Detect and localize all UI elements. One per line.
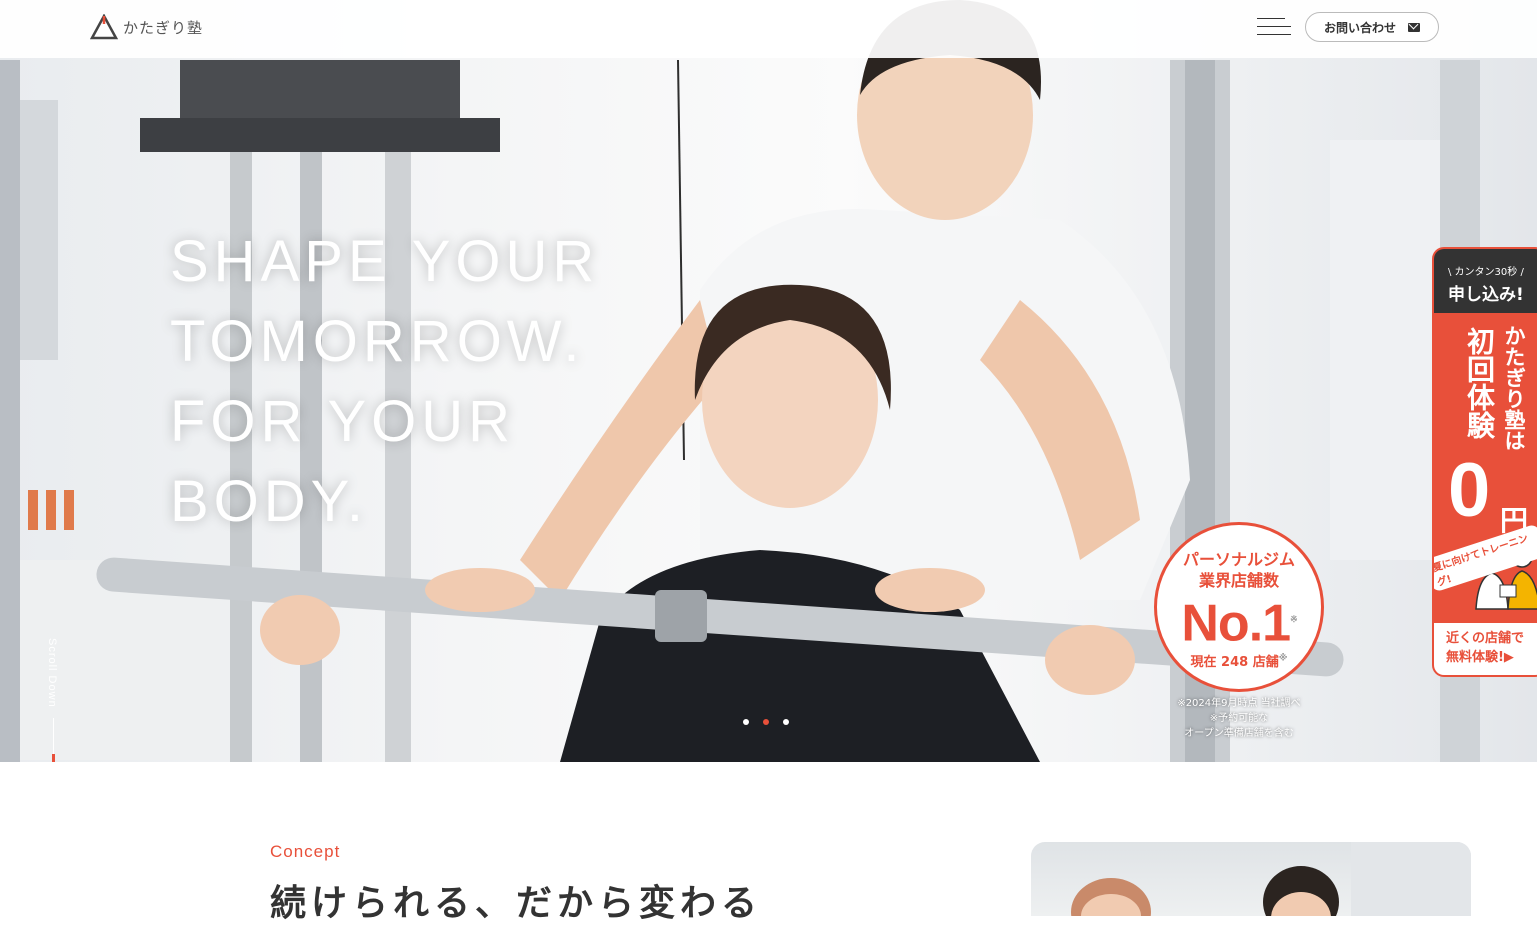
hero-headline: SHAPE YOUR TOMORROW. FOR YOUR BODY. bbox=[170, 222, 599, 542]
mail-icon bbox=[1408, 22, 1420, 32]
concept-photo-art bbox=[1071, 842, 1471, 916]
store-count-badge: パーソナルジム 業界店舗数 No.1※ 現在 248 店舗※ bbox=[1154, 522, 1324, 692]
hero-slider: SHAPE YOUR TOMORROW. FOR YOUR BODY. Scro… bbox=[0, 0, 1537, 762]
site-logo[interactable]: かたぎり塾 bbox=[90, 14, 203, 40]
badge-footnote-line-3: オープン準備店舗を含む bbox=[1184, 728, 1294, 739]
badge-line1: パーソナルジム bbox=[1182, 550, 1295, 569]
free-trial-side-tab[interactable]: \ カンタン30秒 / 申し込み! かたぎり塾は 初回体験 0 円 夏に向けてト… bbox=[1432, 247, 1537, 677]
scroll-down-indicator[interactable]: Scroll Down bbox=[44, 638, 64, 762]
logo-mark-icon bbox=[90, 14, 118, 40]
hamburger-icon-line-3 bbox=[1257, 34, 1291, 35]
badge-footnote: ※2024年9月時点 当社調べ ※予約可能な オープン準備店舗を含む bbox=[1160, 696, 1318, 741]
trial-price: 0 bbox=[1448, 448, 1491, 533]
badge-count-mark: ※ bbox=[1278, 654, 1288, 664]
logo-text: かたぎり塾 bbox=[123, 18, 204, 37]
concept-section-label: Concept bbox=[270, 842, 341, 861]
badge-footnote-line-1: ※2024年9月時点 当社調べ bbox=[1177, 698, 1301, 709]
hero-headline-line-2: TOMORROW. bbox=[170, 309, 585, 374]
slider-dot-2[interactable] bbox=[763, 719, 769, 725]
badge-count-text: 現在 248 店舗 bbox=[1190, 655, 1279, 671]
contact-button[interactable]: お問い合わせ bbox=[1305, 12, 1439, 42]
badge-rank-mark: ※ bbox=[1290, 614, 1297, 624]
badge-rank: No.1※ bbox=[1157, 591, 1321, 651]
trial-apply-label: 申し込み! bbox=[1448, 285, 1524, 305]
trial-cta-line-1: 近くの店舗で bbox=[1446, 631, 1525, 646]
site-header: かたぎり塾 お問い合わせ bbox=[0, 0, 1537, 58]
scroll-line bbox=[52, 718, 55, 762]
hamburger-icon bbox=[1257, 18, 1285, 19]
hero-headline-line-1: SHAPE YOUR bbox=[170, 229, 600, 294]
badge-count: 現在 248 店舗※ bbox=[1157, 651, 1321, 670]
contact-label: お問い合わせ bbox=[1323, 20, 1396, 35]
slider-dot-1[interactable] bbox=[743, 719, 749, 725]
slider-dot-3[interactable] bbox=[783, 719, 789, 725]
hamburger-menu-button[interactable] bbox=[1257, 18, 1291, 40]
trial-brand-vertical: かたぎり塾は bbox=[1502, 325, 1526, 451]
hamburger-icon-line-2 bbox=[1257, 26, 1291, 27]
scroll-down-label: Scroll Down bbox=[46, 638, 58, 708]
trial-cta[interactable]: 近くの店舗で 無料体験!▶ bbox=[1434, 623, 1537, 675]
trial-quick-label: \ カンタン30秒 / bbox=[1448, 267, 1524, 278]
slider-pagination bbox=[743, 719, 789, 725]
hero-headline-line-4: BODY. bbox=[170, 469, 369, 534]
hero-headline-line-3: FOR YOUR bbox=[170, 389, 516, 454]
trial-first-experience-vertical: 初回体験 bbox=[1463, 327, 1496, 439]
trial-tab-header: \ カンタン30秒 / 申し込み! bbox=[1434, 249, 1537, 313]
badge-footnote-line-2: ※予約可能な bbox=[1209, 713, 1269, 724]
trial-tab-body: かたぎり塾は 初回体験 0 円 夏に向けてトレーニング! bbox=[1434, 313, 1537, 623]
concept-title: 続けられる、だから変わる bbox=[270, 883, 763, 924]
badge-rank-text: No.1 bbox=[1181, 594, 1291, 653]
badge-line2: 業界店舗数 bbox=[1198, 571, 1279, 590]
trial-cta-line-2: 無料体験!▶ bbox=[1446, 650, 1514, 665]
concept-photo bbox=[1031, 842, 1471, 916]
